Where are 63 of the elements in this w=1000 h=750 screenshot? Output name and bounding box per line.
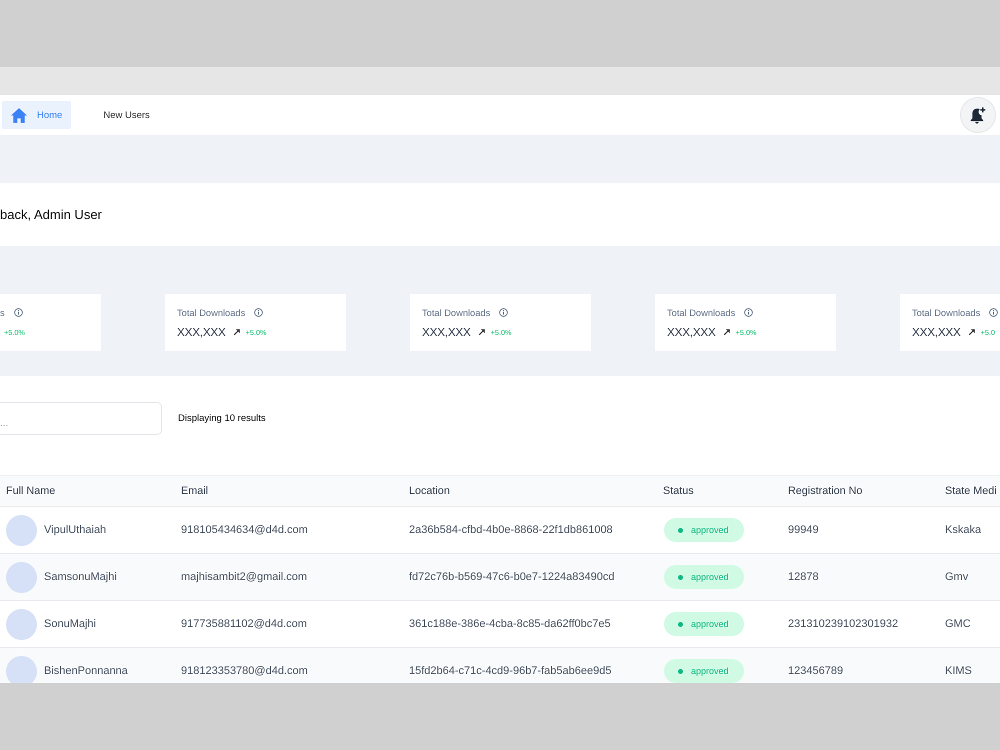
avatar-icon — [6, 656, 37, 683]
info-icon — [989, 308, 998, 317]
stat-label: Total Downloads — [177, 308, 246, 318]
location-id: 15fd2b64-c71c-4cd9-96b7-fab5ab6ee9d5 — [409, 665, 612, 677]
stat-value: XXX,XXX — [912, 326, 961, 338]
user-name: SonuMajhi — [44, 618, 96, 630]
column-header: Email — [181, 485, 208, 497]
results-count: Displaying 10 results — [178, 413, 266, 424]
state-value: KIMS — [945, 665, 972, 677]
status-text: approved — [691, 619, 729, 629]
user-email: 918123353780@d4d.com — [181, 665, 308, 677]
registration-number: 231310239102301932 — [788, 618, 898, 630]
location-id: 2a36b584-cfbd-4b0e-8868-22f1db861008 — [409, 524, 613, 536]
greeting-text: back, Admin User — [0, 207, 102, 222]
status-text: approved — [691, 572, 729, 582]
stat-value: XXX,XXX — [177, 326, 226, 338]
arrow-up-right-icon — [722, 328, 731, 336]
stat-value: XXX,XXX — [422, 326, 471, 338]
status-dot-icon — [678, 574, 683, 580]
state-value: Kskaka — [945, 524, 982, 536]
column-header: Registration No — [788, 485, 862, 497]
state-value: Gmv — [945, 571, 968, 583]
status-dot-icon — [678, 668, 683, 674]
info-icon — [744, 308, 754, 317]
registration-number: 123456789 — [788, 665, 844, 677]
user-name: VipulUthaiah — [44, 524, 106, 536]
user-email: 918105434634@d4d.com — [181, 524, 308, 536]
arrow-up-right-icon — [478, 328, 486, 336]
bell-plus-icon — [970, 106, 986, 124]
column-header: Status — [663, 485, 694, 497]
stat-label: Total Downloads — [667, 308, 736, 318]
info-icon — [499, 308, 508, 317]
stat-label: Total Downloads — [422, 308, 490, 318]
user-name: BishenPonnanna — [44, 665, 128, 677]
arrow-up-right-icon — [968, 328, 976, 336]
status-text: approved — [691, 666, 729, 676]
avatar-icon — [6, 562, 37, 592]
avatar-icon — [6, 608, 37, 640]
column-header: State Medi — [945, 485, 997, 497]
nav-tab[interactable]: New Users — [94, 101, 159, 129]
home-icon — [11, 108, 27, 122]
status-dot-icon — [678, 528, 683, 532]
location-id: fd72c76b-b569-47c6-b0e7-1224a83490cd — [409, 571, 615, 583]
user-email: majhisambit2@gmail.com — [181, 571, 308, 583]
user-email: 917735881102@d4d.com — [181, 618, 307, 630]
avatar-icon — [6, 514, 37, 546]
stat-label: s — [0, 308, 5, 318]
column-header: Location — [409, 485, 450, 497]
location-id: 361c188e-386e-4cba-8c85-da62ff0bc7e5 — [409, 618, 611, 630]
user-name: SamsonuMajhi — [44, 571, 117, 583]
stat-label: Total Downloads — [912, 308, 980, 318]
state-value: GMC — [945, 618, 971, 630]
registration-number: 12878 — [788, 571, 819, 583]
registration-number: 99949 — [788, 524, 819, 536]
search-field[interactable]: ... — [0, 402, 162, 435]
status-text: approved — [691, 525, 729, 535]
info-icon — [14, 308, 23, 317]
info-icon — [254, 308, 264, 317]
column-header: Full Name — [6, 485, 56, 497]
status-dot-icon — [678, 622, 683, 626]
arrow-up-right-icon — [232, 328, 241, 336]
notification-button[interactable] — [960, 97, 996, 133]
stat-value: XXX,XXX — [667, 326, 716, 338]
